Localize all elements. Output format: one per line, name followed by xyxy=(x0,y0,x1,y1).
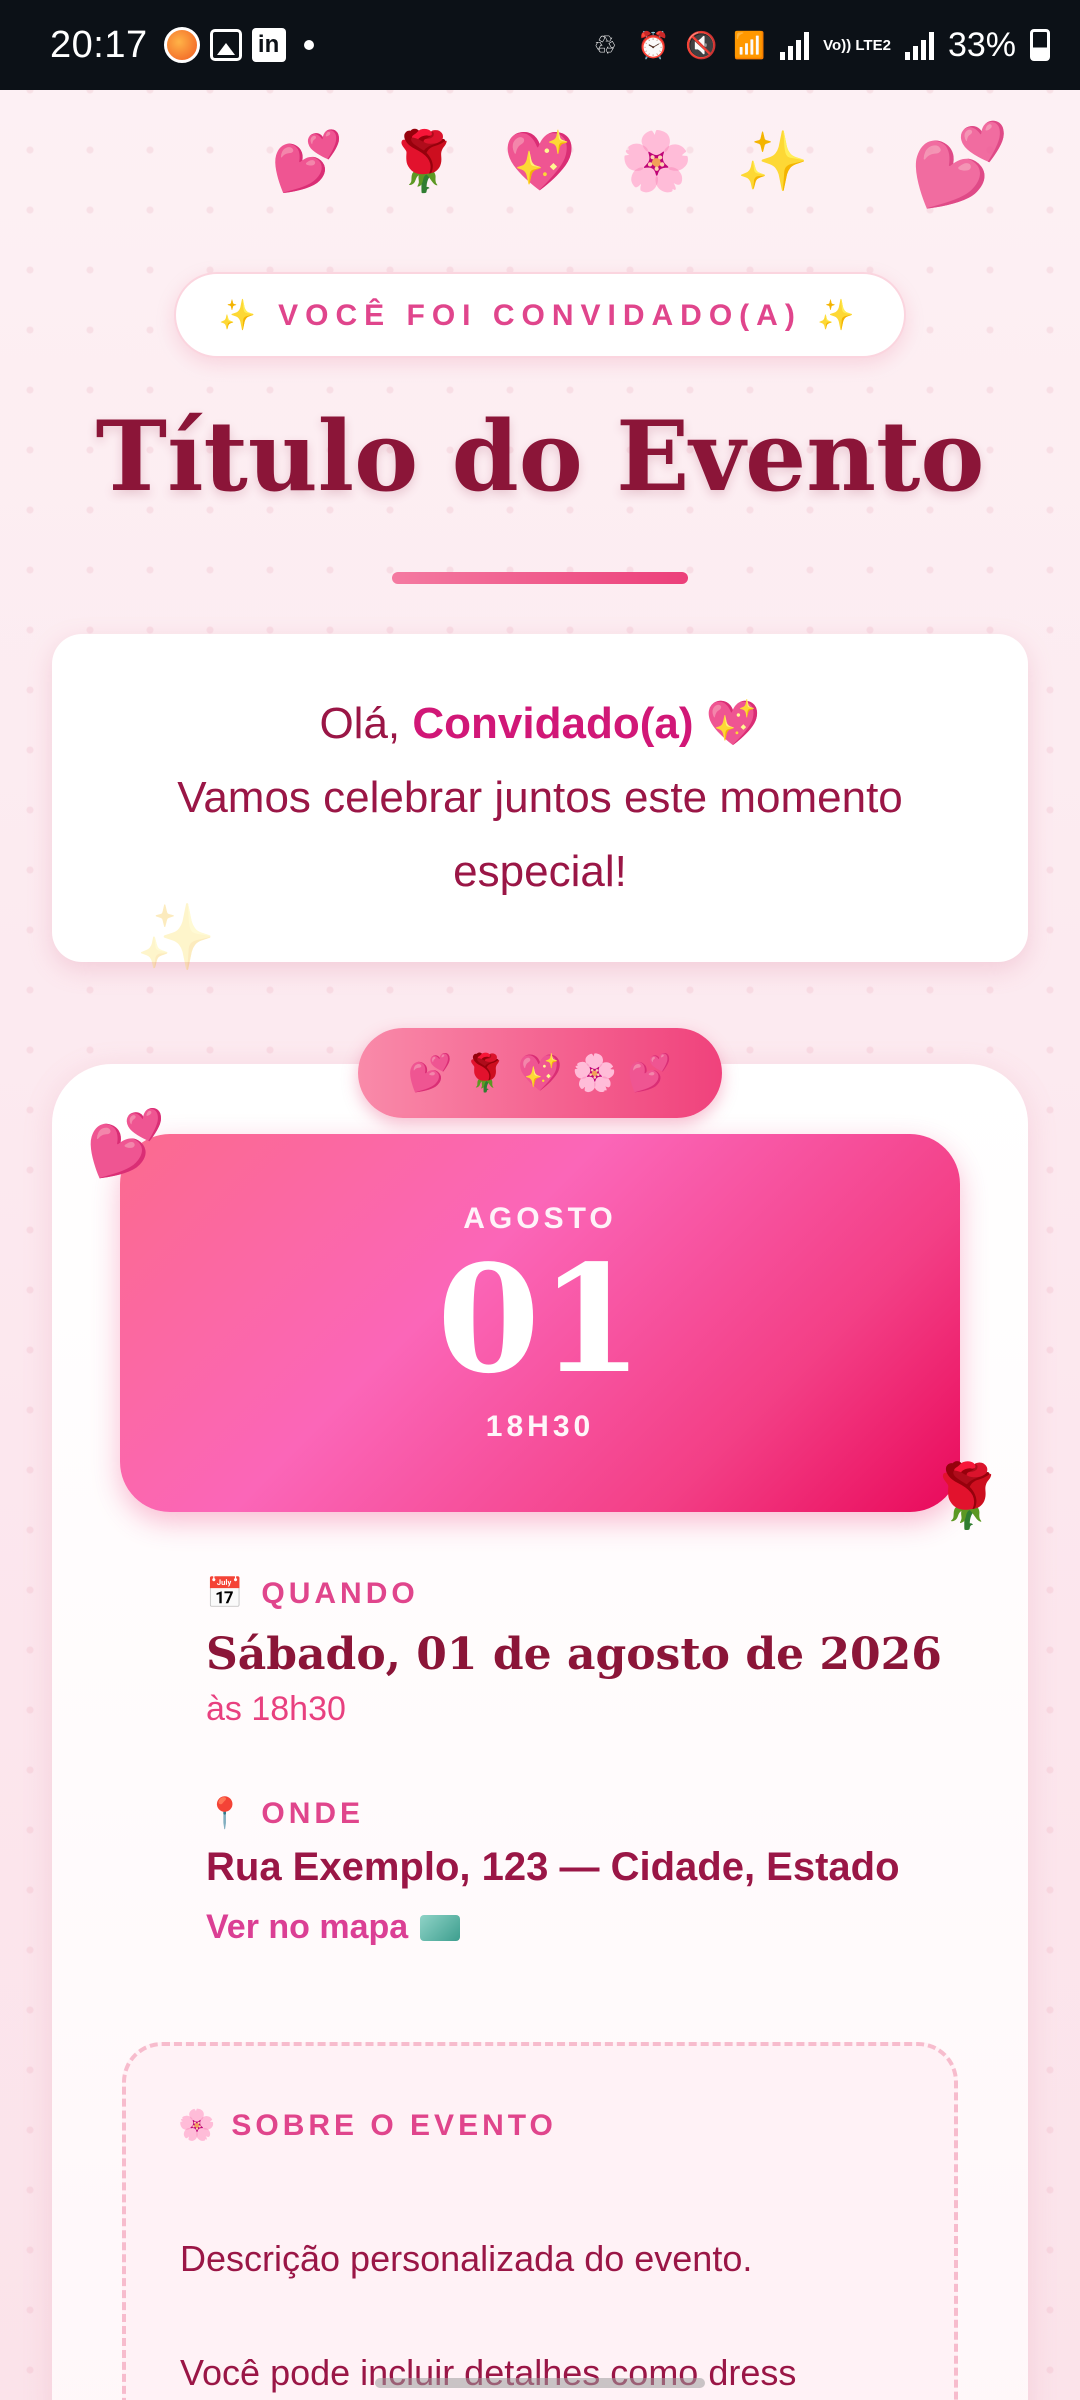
sparkles-emoji-icon: ✨ xyxy=(736,129,809,194)
blossom-icon: 🌸 xyxy=(178,2109,220,2142)
calendar-icon: 📅 xyxy=(206,1577,248,1610)
invitation-page: 20:17 in ♲ ⏰ 🔇 📶 Vo)) LTE2 33% 💕 🌹 💖 🌸 ✨… xyxy=(0,0,1080,2400)
mute-icon: 🔇 xyxy=(684,29,718,60)
heart-emoji-icon: 💕 xyxy=(271,129,344,194)
status-right-icons: ♲ ⏰ 🔇 📶 Vo)) LTE2 33% xyxy=(588,26,1050,65)
pin-icon: 📍 xyxy=(206,1797,248,1830)
heart-icon: 💖 xyxy=(705,699,761,748)
title-underline-divider xyxy=(392,572,688,584)
sparkle-heart-emoji-icon: 💖 xyxy=(517,1052,563,1093)
heart-emoji-icon: 💕 xyxy=(627,1052,673,1093)
rose-emoji-icon: 🌹 xyxy=(387,129,460,194)
map-icon xyxy=(420,1914,461,1941)
where-section: 📍 ONDE Rua Exemplo, 123 — Cidade, Estado… xyxy=(206,1796,966,1947)
signal-bars-2-icon xyxy=(904,30,934,60)
about-label: SOBRE O EVENTO xyxy=(231,2108,557,2142)
date-time: 18H30 xyxy=(485,1410,595,1443)
about-paragraph: Você pode incluir detalhes como dress xyxy=(180,2352,797,2393)
emoji-pill: 💕 🌹 💖 🌸 💕 xyxy=(358,1028,722,1118)
when-label-row: 📅 QUANDO xyxy=(206,1576,966,1611)
wifi-icon: 📶 xyxy=(732,29,766,60)
rose-emoji-icon: 🌹 xyxy=(462,1052,508,1093)
greeting-hello: Olá, xyxy=(319,699,401,748)
event-title: Título do Evento xyxy=(95,400,985,513)
home-indicator[interactable] xyxy=(375,2378,705,2388)
where-label-row: 📍 ONDE xyxy=(206,1796,966,1831)
rose-decoration-icon: 🌹 xyxy=(928,1462,1006,1531)
blossom-emoji-icon: 🌸 xyxy=(620,129,693,194)
status-time: 20:17 xyxy=(50,23,148,66)
signal-bars-icon xyxy=(780,30,810,60)
linkedin-notification-icon: in xyxy=(251,28,286,62)
about-label-row: 🌸 SOBRE O EVENTO xyxy=(178,2108,557,2143)
date-highlight: AGOSTO 01 18H30 xyxy=(120,1134,960,1512)
date-month: AGOSTO xyxy=(463,1202,617,1235)
faded-sparkles-icon: ✨ xyxy=(136,901,216,973)
sparkle-heart-emoji-icon: 💖 xyxy=(503,129,577,194)
about-section: 🌸 SOBRE O EVENTO Descrição personalizada… xyxy=(122,2042,958,2400)
more-notifications-dot-icon xyxy=(303,40,314,50)
greeting-line: Olá, Convidado(a) 💖 xyxy=(319,687,760,761)
when-label: QUANDO xyxy=(261,1576,419,1610)
map-link-label: Ver no mapa xyxy=(206,1908,409,1946)
network-type-label: Vo)) LTE2 xyxy=(823,36,891,54)
gallery-notification-icon xyxy=(209,29,242,61)
where-label: ONDE xyxy=(261,1796,365,1830)
corner-heart-icon: 💕 xyxy=(910,120,1010,209)
heart-emoji-icon: 💕 xyxy=(407,1052,453,1093)
when-section: 📅 QUANDO Sábado, 01 de agosto de 2026 às… xyxy=(206,1576,966,1729)
guest-name: Convidado(a) xyxy=(412,699,694,748)
about-paragraph: Descrição personalizada do evento. xyxy=(180,2238,753,2279)
event-time: às 18h30 xyxy=(206,1690,346,1728)
date-day: 01 xyxy=(437,1232,643,1406)
map-link[interactable]: Ver no mapa xyxy=(206,1908,461,1947)
heart-decoration-icon: 💕 xyxy=(86,1107,166,1179)
about-text: Descrição personalizada do evento. Você … xyxy=(180,2236,920,2400)
event-address: Rua Exemplo, 123 — Cidade, Estado xyxy=(206,1845,900,1889)
status-bar: 20:17 in ♲ ⏰ 🔇 📶 Vo)) LTE2 33% xyxy=(0,0,1080,90)
alarm-icon: ⏰ xyxy=(636,29,670,60)
battery-percent: 33% xyxy=(947,25,1016,64)
event-date: Sábado, 01 de agosto de 2026 xyxy=(206,1629,942,1680)
battery-saver-icon: ♲ xyxy=(593,29,617,60)
greeting-message: Vamos celebrar juntos este momento espec… xyxy=(177,773,903,896)
battery-icon xyxy=(1030,29,1050,61)
invited-badge: ✨ VOCÊ FOI CONVIDADO(A) ✨ xyxy=(174,272,906,358)
app-notification-icon xyxy=(163,27,200,63)
blossom-emoji-icon: 🌸 xyxy=(572,1052,618,1093)
